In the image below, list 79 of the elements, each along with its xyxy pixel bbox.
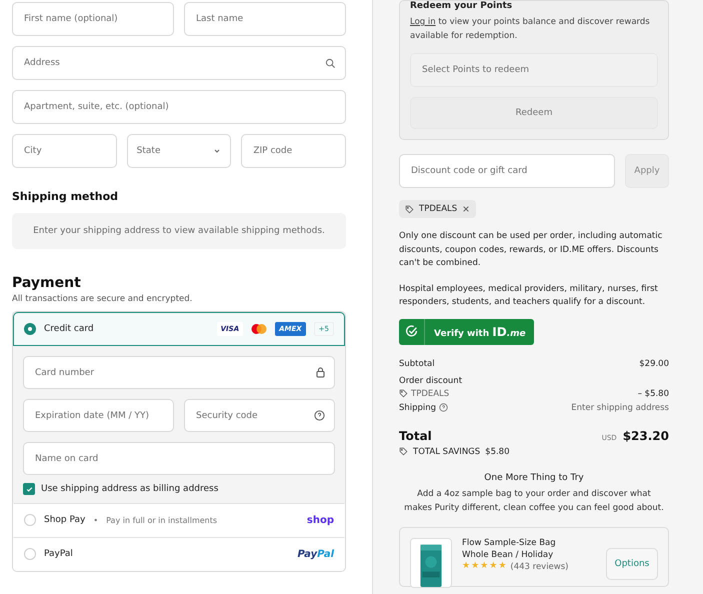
savings-label: TOTAL SAVINGS <box>413 446 480 456</box>
points-select-input[interactable]: Select Points to redeem <box>420 64 648 76</box>
tag-icon <box>405 204 414 214</box>
card-number-input[interactable]: Card number <box>33 366 310 378</box>
paypal-logo: PayPal <box>297 548 334 560</box>
name-on-card-input[interactable]: Name on card <box>33 452 325 464</box>
method-label: Shop Pay <box>44 515 86 525</box>
expiration-date-input[interactable]: Expiration date (MM / YY) <box>33 410 164 422</box>
section-heading: Shipping method <box>12 190 120 203</box>
zip-code-input[interactable]: ZIP code <box>251 145 336 157</box>
first-name-input[interactable]: First name (optional) <box>22 13 164 25</box>
review-count: (443 reviews) <box>510 562 568 572</box>
method-note: Pay in full or in installments <box>106 516 218 524</box>
apply-button[interactable]: Apply <box>625 154 669 188</box>
radio-button[interactable] <box>24 323 36 335</box>
verify-button[interactable]: Verify with ID.me <box>399 318 534 344</box>
summary-label: Order discount <box>399 376 462 386</box>
check-icon <box>26 486 32 492</box>
tags-icon <box>399 447 408 456</box>
discount-note: Hospital employees, medical providers, military, nurses, first responders, students, and teachers qualify for a discount. <box>399 282 659 309</box>
zip-code-field[interactable]: ZIP code <box>241 134 346 168</box>
name-on-card-field[interactable]: Name on card <box>23 442 335 475</box>
discount-code: TPDEALS <box>411 388 450 398</box>
checkbox-label: Use shipping address as billing address <box>41 484 218 494</box>
state-select[interactable]: State <box>126 134 232 168</box>
mastercard-logo <box>251 324 268 334</box>
redeem-button[interactable]: Redeem <box>410 97 658 129</box>
last-name-input[interactable]: Last name <box>194 13 336 25</box>
help-icon <box>314 410 325 421</box>
summary-value: $29.00 <box>639 358 669 368</box>
discount-code-input[interactable]: Discount code or gift card <box>409 165 605 177</box>
help-icon <box>439 403 448 412</box>
apartment-field[interactable]: Apartment, suite, etc. (optional) <box>12 90 346 124</box>
points-text: Log in to view your points balance and discover rewards available for redemption. <box>410 16 651 43</box>
summary-label: Shipping <box>399 402 436 412</box>
discount-note: Only one discount can be used per order, including automatic discounts, coupon codes, rewards, or ID.ME offers. Discounts can't be combined. <box>399 230 664 270</box>
log-in-link[interactable]: Log in <box>410 17 436 27</box>
total-label: Total <box>399 428 432 442</box>
points-title: Redeem your Points <box>410 1 514 11</box>
city-field[interactable]: City <box>12 134 117 168</box>
apartment-input[interactable]: Apartment, suite, etc. (optional) <box>22 101 336 113</box>
summary-label: Subtotal <box>399 358 435 368</box>
method-label: PayPal <box>44 549 73 559</box>
total-value: $23.20 <box>622 428 669 442</box>
savings-value: $5.80 <box>485 446 510 456</box>
payment-method-option[interactable]: PayPal PayPal <box>13 537 345 571</box>
summary-value: – $5.80 <box>638 388 669 398</box>
section-heading: Payment <box>12 275 82 291</box>
lock-icon <box>316 367 325 378</box>
card-number-field[interactable]: Card number <box>23 356 335 389</box>
check-circle-icon <box>405 325 418 338</box>
chevron-down-icon <box>213 147 222 155</box>
discount-code: TPDEALS <box>419 204 458 214</box>
shop-logo: shop <box>306 514 334 526</box>
upsell-title: One More Thing to Try <box>483 472 585 482</box>
address-field[interactable]: Address <box>12 46 346 80</box>
product-name: Flow Sample-Size Bag <box>462 538 557 548</box>
options-button[interactable]: Options <box>606 548 658 580</box>
first-name-field[interactable]: First name (optional) <box>12 2 174 36</box>
upsell-text: Add a 4oz sample bag to your order and discover what makes Purity different, clean coffee you can feel good about. <box>403 488 665 514</box>
security-code-field[interactable]: Security code <box>184 399 335 432</box>
expiration-date-field[interactable]: Expiration date (MM / YY) <box>23 399 174 432</box>
security-code-input[interactable]: Security code <box>194 410 308 422</box>
payment-subtitle: All transactions are secure and encrypted. <box>12 294 194 304</box>
search-icon <box>325 58 336 68</box>
close-icon[interactable] <box>462 205 470 213</box>
summary-value: Enter shipping address <box>571 402 669 412</box>
product-variant: Whole Bean / Holiday <box>462 550 554 560</box>
address-input[interactable]: Address <box>22 57 319 69</box>
points-select-field[interactable]: Select Points to redeem <box>410 53 658 87</box>
checkbox[interactable] <box>23 483 35 495</box>
discount-code-field[interactable]: Discount code or gift card <box>399 154 615 188</box>
shipping-info-message: Enter your shipping address to view available shipping methods. <box>12 213 346 249</box>
star-rating: ★★★★★ <box>462 562 506 571</box>
city-input[interactable]: City <box>22 145 107 157</box>
separator-dot: • <box>93 516 98 524</box>
last-name-field[interactable]: Last name <box>184 2 346 36</box>
tag-icon <box>399 389 408 398</box>
method-label: Credit card <box>44 324 94 334</box>
